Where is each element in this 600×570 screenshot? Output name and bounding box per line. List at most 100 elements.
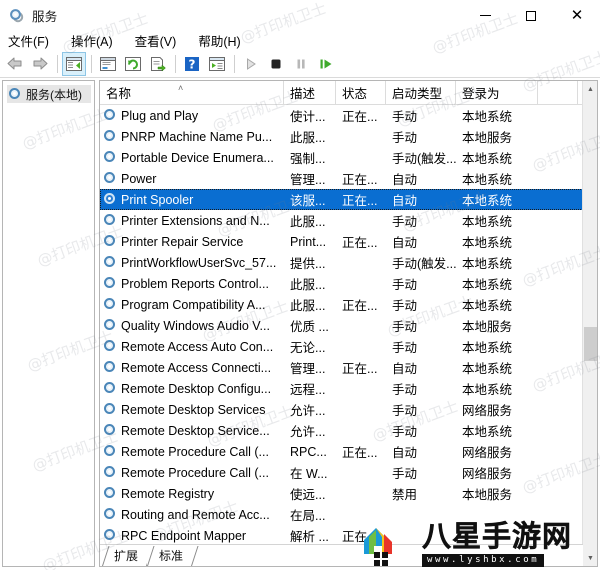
pause-service-icon[interactable]: [289, 52, 313, 76]
tab-standard[interactable]: 标准: [147, 546, 192, 566]
cell-status: 正在...: [336, 190, 386, 209]
show-hide-tree-icon[interactable]: [62, 52, 86, 76]
table-row[interactable]: Quality Windows Audio V...优质 ...手动本地服务: [100, 315, 583, 336]
caption-buttons: ✕: [462, 0, 600, 31]
service-name-label: PNRP Machine Name Pu...: [121, 130, 272, 144]
cell-description: 允许...: [284, 400, 336, 419]
cell-startup-type: 手动: [386, 316, 456, 335]
table-row[interactable]: Remote Desktop Service...允许...手动本地系统: [100, 420, 583, 441]
cell-service-name: PrintWorkflowUserSvc_57...: [100, 256, 284, 270]
table-row[interactable]: Remote Desktop Services允许...手动网络服务: [100, 399, 583, 420]
scroll-down-arrow[interactable]: ▼: [583, 550, 598, 566]
services-gear-icon: [104, 508, 117, 521]
table-row[interactable]: Remote Registry使远...禁用本地服务: [100, 483, 583, 504]
view-pane-icon[interactable]: [205, 52, 229, 76]
cell-description: 解析 ...: [284, 526, 336, 545]
column-header-logon-as[interactable]: 登录为: [456, 81, 538, 104]
refresh-icon[interactable]: [121, 52, 145, 76]
table-row[interactable]: Remote Procedure Call (...在 W...手动网络服务: [100, 462, 583, 483]
cell-startup-type: 手动: [386, 211, 456, 230]
table-row[interactable]: Program Compatibility A...此服...正在...手动本地…: [100, 294, 583, 315]
menu-view[interactable]: 查看(V): [135, 31, 177, 50]
tab-extended[interactable]: 扩展: [102, 546, 147, 566]
table-row[interactable]: PNRP Machine Name Pu...此服...手动本地服务: [100, 126, 583, 147]
cell-description: 使计...: [284, 106, 336, 125]
cell-logon-as: 本地系统: [456, 232, 538, 251]
table-row[interactable]: Printer Extensions and N...此服...手动本地系统: [100, 210, 583, 231]
table-row[interactable]: Remote Access Connecti...管理...正在...自动本地系…: [100, 357, 583, 378]
cell-service-name: Remote Registry: [100, 487, 284, 501]
start-service-icon[interactable]: [239, 52, 263, 76]
minimize-button[interactable]: [462, 0, 508, 31]
properties-icon[interactable]: [96, 52, 120, 76]
table-row[interactable]: Problem Reports Control...此服...手动本地系统: [100, 273, 583, 294]
cell-service-name: RPC Endpoint Mapper: [100, 529, 284, 543]
service-name-label: Plug and Play: [121, 109, 198, 123]
column-header-status[interactable]: 状态: [336, 81, 386, 104]
table-row[interactable]: Remote Access Auto Con...无论...手动本地系统: [100, 336, 583, 357]
export-list-icon[interactable]: [146, 52, 170, 76]
cell-logon-as: 网络服务: [456, 463, 538, 482]
stop-service-icon[interactable]: [264, 52, 288, 76]
cell-service-name: Print Spooler: [100, 193, 284, 207]
table-row[interactable]: Printer Repair ServicePrint...正在...自动本地系…: [100, 231, 583, 252]
table-row[interactable]: Remote Procedure Call (...RPC...正在...自动网…: [100, 441, 583, 462]
cell-logon-as: 网络服务: [456, 400, 538, 419]
cell-description: 管理...: [284, 169, 336, 188]
services-gear-icon: [104, 109, 117, 122]
close-button[interactable]: ✕: [554, 0, 600, 31]
table-row[interactable]: Remote Desktop Configu...远程...手动本地系统: [100, 378, 583, 399]
cell-service-name: Power: [100, 172, 284, 186]
scrollbar-thumb[interactable]: [584, 327, 597, 361]
table-row[interactable]: PrintWorkflowUserSvc_57...提供...手动(触发...本…: [100, 252, 583, 273]
cell-service-name: Remote Procedure Call (...: [100, 445, 284, 459]
cell-description: 使远...: [284, 484, 336, 503]
cell-service-name: Quality Windows Audio V...: [100, 319, 284, 333]
table-row[interactable]: Routing and Remote Acc...在局...: [100, 504, 583, 525]
service-name-label: Printer Repair Service: [121, 235, 243, 249]
table-row[interactable]: RPC Endpoint Mapper解析 ...正在: [100, 525, 583, 545]
maximize-button[interactable]: [508, 0, 554, 31]
services-gear-icon: [104, 445, 117, 458]
menu-help[interactable]: 帮助(H): [198, 31, 240, 50]
toolbar-separator: [175, 55, 176, 73]
services-gear-icon: [104, 172, 117, 185]
cell-logon-as: 本地系统: [456, 421, 538, 440]
cell-logon-as: 本地系统: [456, 169, 538, 188]
services-gear-icon: [104, 193, 117, 206]
cell-service-name: Printer Repair Service: [100, 235, 284, 249]
menu-action[interactable]: 操作(A): [71, 31, 113, 50]
services-gear-icon: [104, 214, 117, 227]
table-row[interactable]: Portable Device Enumera...强制...手动(触发...本…: [100, 147, 583, 168]
cell-logon-as: 本地系统: [456, 190, 538, 209]
cell-logon-as: 本地系统: [456, 379, 538, 398]
cell-logon-as: 网络服务: [456, 442, 538, 461]
cell-startup-type: 手动: [386, 295, 456, 314]
restart-service-icon[interactable]: [314, 52, 338, 76]
table-row[interactable]: Plug and Play使计...正在...手动本地系统: [100, 105, 583, 126]
cell-startup-type: 自动: [386, 190, 456, 209]
cell-description: 强制...: [284, 148, 336, 167]
help-icon[interactable]: ?: [180, 52, 204, 76]
cell-status: 正在: [336, 526, 386, 545]
forward-arrow-icon[interactable]: [28, 52, 52, 76]
table-row[interactable]: Power管理...正在...自动本地系统: [100, 168, 583, 189]
cell-startup-type: 手动: [386, 274, 456, 293]
service-name-label: Remote Registry: [121, 487, 214, 501]
cell-logon-as: 本地系统: [456, 211, 538, 230]
column-header-name[interactable]: 名称 ˄: [100, 81, 284, 104]
cell-description: 无论...: [284, 337, 336, 356]
table-row[interactable]: Print Spooler该服...正在...自动本地系统: [100, 189, 583, 210]
vertical-scrollbar[interactable]: ▲ ▼: [582, 81, 597, 566]
scroll-up-arrow[interactable]: ▲: [583, 81, 598, 97]
cell-startup-type: 手动: [386, 463, 456, 482]
back-arrow-icon[interactable]: [3, 52, 27, 76]
services-list: Plug and Play使计...正在...手动本地系统PNRP Machin…: [100, 105, 583, 545]
menu-file[interactable]: 文件(F): [8, 31, 49, 50]
cell-description: 此服...: [284, 274, 336, 293]
column-header-description[interactable]: 描述: [284, 81, 336, 104]
column-header-startup-type[interactable]: 启动类型: [386, 81, 456, 104]
tree-item-services-local[interactable]: 服务(本地): [7, 85, 91, 103]
cell-description: 管理...: [284, 358, 336, 377]
cell-logon-as: 本地系统: [456, 358, 538, 377]
